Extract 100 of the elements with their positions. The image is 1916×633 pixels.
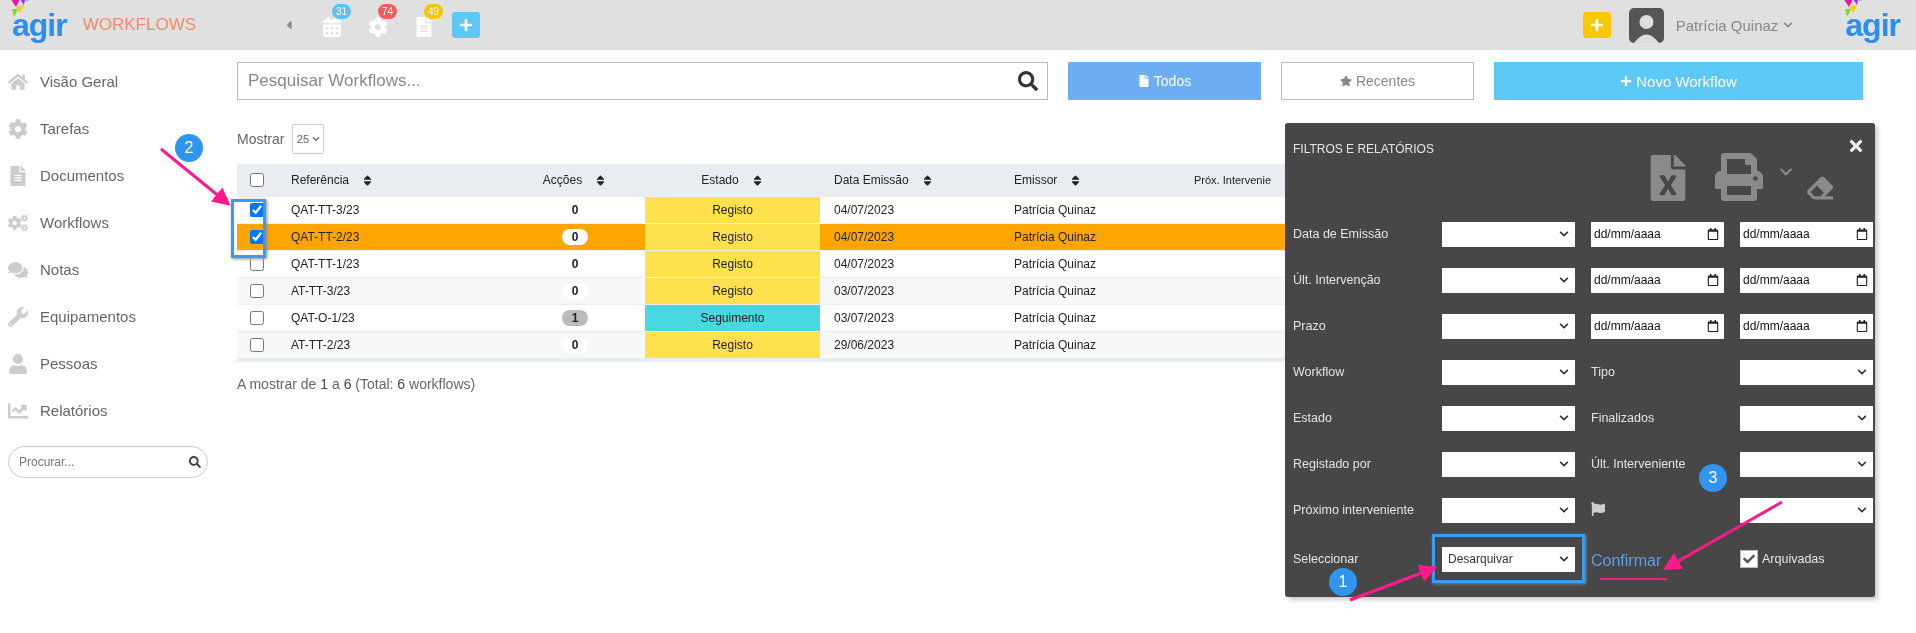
search-field[interactable]: Procurar... xyxy=(8,446,208,478)
filter-label: Últ. Intervenção xyxy=(1293,273,1382,287)
print-icon[interactable] xyxy=(1715,153,1763,201)
sidebar-item[interactable]: Equipamentos xyxy=(8,293,136,340)
row-checkbox[interactable] xyxy=(250,338,264,352)
filter-select[interactable] xyxy=(1442,267,1575,293)
column-header[interactable]: Próx. Intervenie xyxy=(1194,174,1272,186)
filter-label: Tipo xyxy=(1591,365,1616,379)
filter-label: Workflow xyxy=(1293,365,1346,379)
sidebar-item[interactable]: Notas xyxy=(8,246,80,293)
page-size-select[interactable]: 25 xyxy=(292,124,325,154)
calendar-icon xyxy=(1856,228,1868,240)
plus-icon xyxy=(1589,18,1604,32)
avatar xyxy=(1628,7,1664,43)
date-field[interactable]: dd/mm/aaaa xyxy=(1740,267,1873,293)
row-checkbox[interactable] xyxy=(250,173,264,187)
notification-count: 49 xyxy=(424,4,444,19)
date-field[interactable]: dd/mm/aaaa xyxy=(1740,313,1873,339)
chat-icon xyxy=(8,259,28,280)
pagination-info: A mostrar de 1 a 6 (Total: 6 workflows) xyxy=(237,376,476,392)
column-header[interactable]: Referência xyxy=(291,173,350,187)
filter-label: Últ. Interveniente xyxy=(1591,457,1687,471)
chevron-icon xyxy=(1857,505,1867,515)
filter-select[interactable] xyxy=(1740,451,1873,477)
show-label: Mostrar xyxy=(237,131,285,147)
filter-label: Seleccionar xyxy=(1293,552,1360,566)
notification-count: 74 xyxy=(378,4,398,19)
action-count: 0 xyxy=(561,229,589,245)
logo-text: agir xyxy=(12,9,67,41)
date-field[interactable]: dd/mm/aaaa xyxy=(1591,221,1724,247)
status-cell: Registo xyxy=(645,277,820,304)
home-icon xyxy=(8,71,28,92)
filter-label: Próximo interveniente xyxy=(1293,503,1415,517)
notification-count: 31 xyxy=(332,4,352,19)
row-checkbox[interactable] xyxy=(250,203,264,217)
filter-select[interactable] xyxy=(1442,313,1575,339)
eraser-icon[interactable] xyxy=(1807,175,1833,201)
sidebar-item[interactable]: Visão Geral xyxy=(8,58,119,105)
sidebar-item[interactable]: Workflows xyxy=(8,199,109,246)
chevron-icon xyxy=(1559,229,1569,239)
logo-text: agir xyxy=(1845,9,1900,41)
table-cell: 04/07/2023 xyxy=(820,223,1000,250)
sidebar-item[interactable]: Documentos xyxy=(8,152,125,199)
chevron-icon xyxy=(312,135,321,143)
row-checkbox[interactable] xyxy=(250,230,264,244)
table-cell: Patrícia Quinaz xyxy=(1000,277,1190,304)
date-field[interactable]: dd/mm/aaaa xyxy=(1591,313,1724,339)
sidebar-item[interactable]: Pessoas xyxy=(8,340,98,387)
filter-select[interactable] xyxy=(1442,405,1575,431)
filter-select[interactable] xyxy=(1740,497,1873,523)
section-title: WORKFLOWS xyxy=(82,15,197,35)
checkmark-icon xyxy=(1743,553,1755,565)
close-icon[interactable] xyxy=(1847,137,1865,155)
column-header[interactable]: Emissor xyxy=(1014,173,1058,187)
filter-label: Data de Emissão xyxy=(1293,227,1390,241)
chevron-icon xyxy=(1559,275,1569,285)
status-cell: Seguimento xyxy=(645,304,820,331)
filter-select[interactable] xyxy=(1740,405,1873,431)
gear-icon xyxy=(8,118,28,139)
calendar-icon xyxy=(1707,274,1719,286)
wrench-icon xyxy=(8,306,28,327)
person-icon xyxy=(8,353,28,374)
column-header[interactable]: Acções xyxy=(542,173,583,187)
checkbox[interactable] xyxy=(1740,550,1758,568)
chevron-icon xyxy=(1559,367,1569,377)
table-cell: AT-TT-3/23 xyxy=(277,277,505,304)
filter-select[interactable] xyxy=(1442,221,1575,247)
action-count: 1 xyxy=(561,310,589,326)
column-header[interactable]: Data Emissão xyxy=(834,173,909,187)
sidebar-item[interactable]: Relatórios xyxy=(8,387,108,434)
step-number: 2 xyxy=(175,134,203,162)
highlight-frame xyxy=(231,199,266,258)
file-icon xyxy=(1137,75,1150,87)
plus-icon xyxy=(459,18,474,32)
filter-select[interactable]: Desarquivar xyxy=(1442,546,1575,572)
row-checkbox[interactable] xyxy=(250,257,264,271)
filter-select[interactable] xyxy=(1442,451,1575,477)
chevron-icon xyxy=(1857,459,1867,469)
search-icon xyxy=(1018,71,1038,91)
filter-select[interactable] xyxy=(1740,359,1873,385)
status-cell: Registo xyxy=(645,223,820,250)
filter-label: Estado xyxy=(1293,411,1333,425)
table-cell: Patrícia Quinaz xyxy=(1000,331,1190,358)
checkbox-label: Arquivadas xyxy=(1762,552,1825,566)
confirm-link[interactable]: Confirmar xyxy=(1591,552,1662,569)
search-field[interactable]: Pesquisar Workflows... xyxy=(237,62,1048,100)
column-header[interactable]: Estado xyxy=(701,173,739,187)
filter-select[interactable] xyxy=(1442,359,1575,385)
search-icon xyxy=(189,456,201,468)
calendar-icon xyxy=(1856,274,1868,286)
chevron-icon xyxy=(1783,20,1794,30)
filter-button[interactable]: Recentes xyxy=(1281,62,1474,100)
date-field[interactable]: dd/mm/aaaa xyxy=(1591,267,1724,293)
gear-icon[interactable] xyxy=(368,17,389,37)
row-checkbox[interactable] xyxy=(250,284,264,298)
sidebar-item[interactable]: Tarefas xyxy=(8,105,90,152)
row-checkbox[interactable] xyxy=(250,311,264,325)
filter-select[interactable] xyxy=(1442,497,1575,523)
date-field[interactable]: dd/mm/aaaa xyxy=(1740,221,1873,247)
plus-icon xyxy=(1620,75,1633,87)
